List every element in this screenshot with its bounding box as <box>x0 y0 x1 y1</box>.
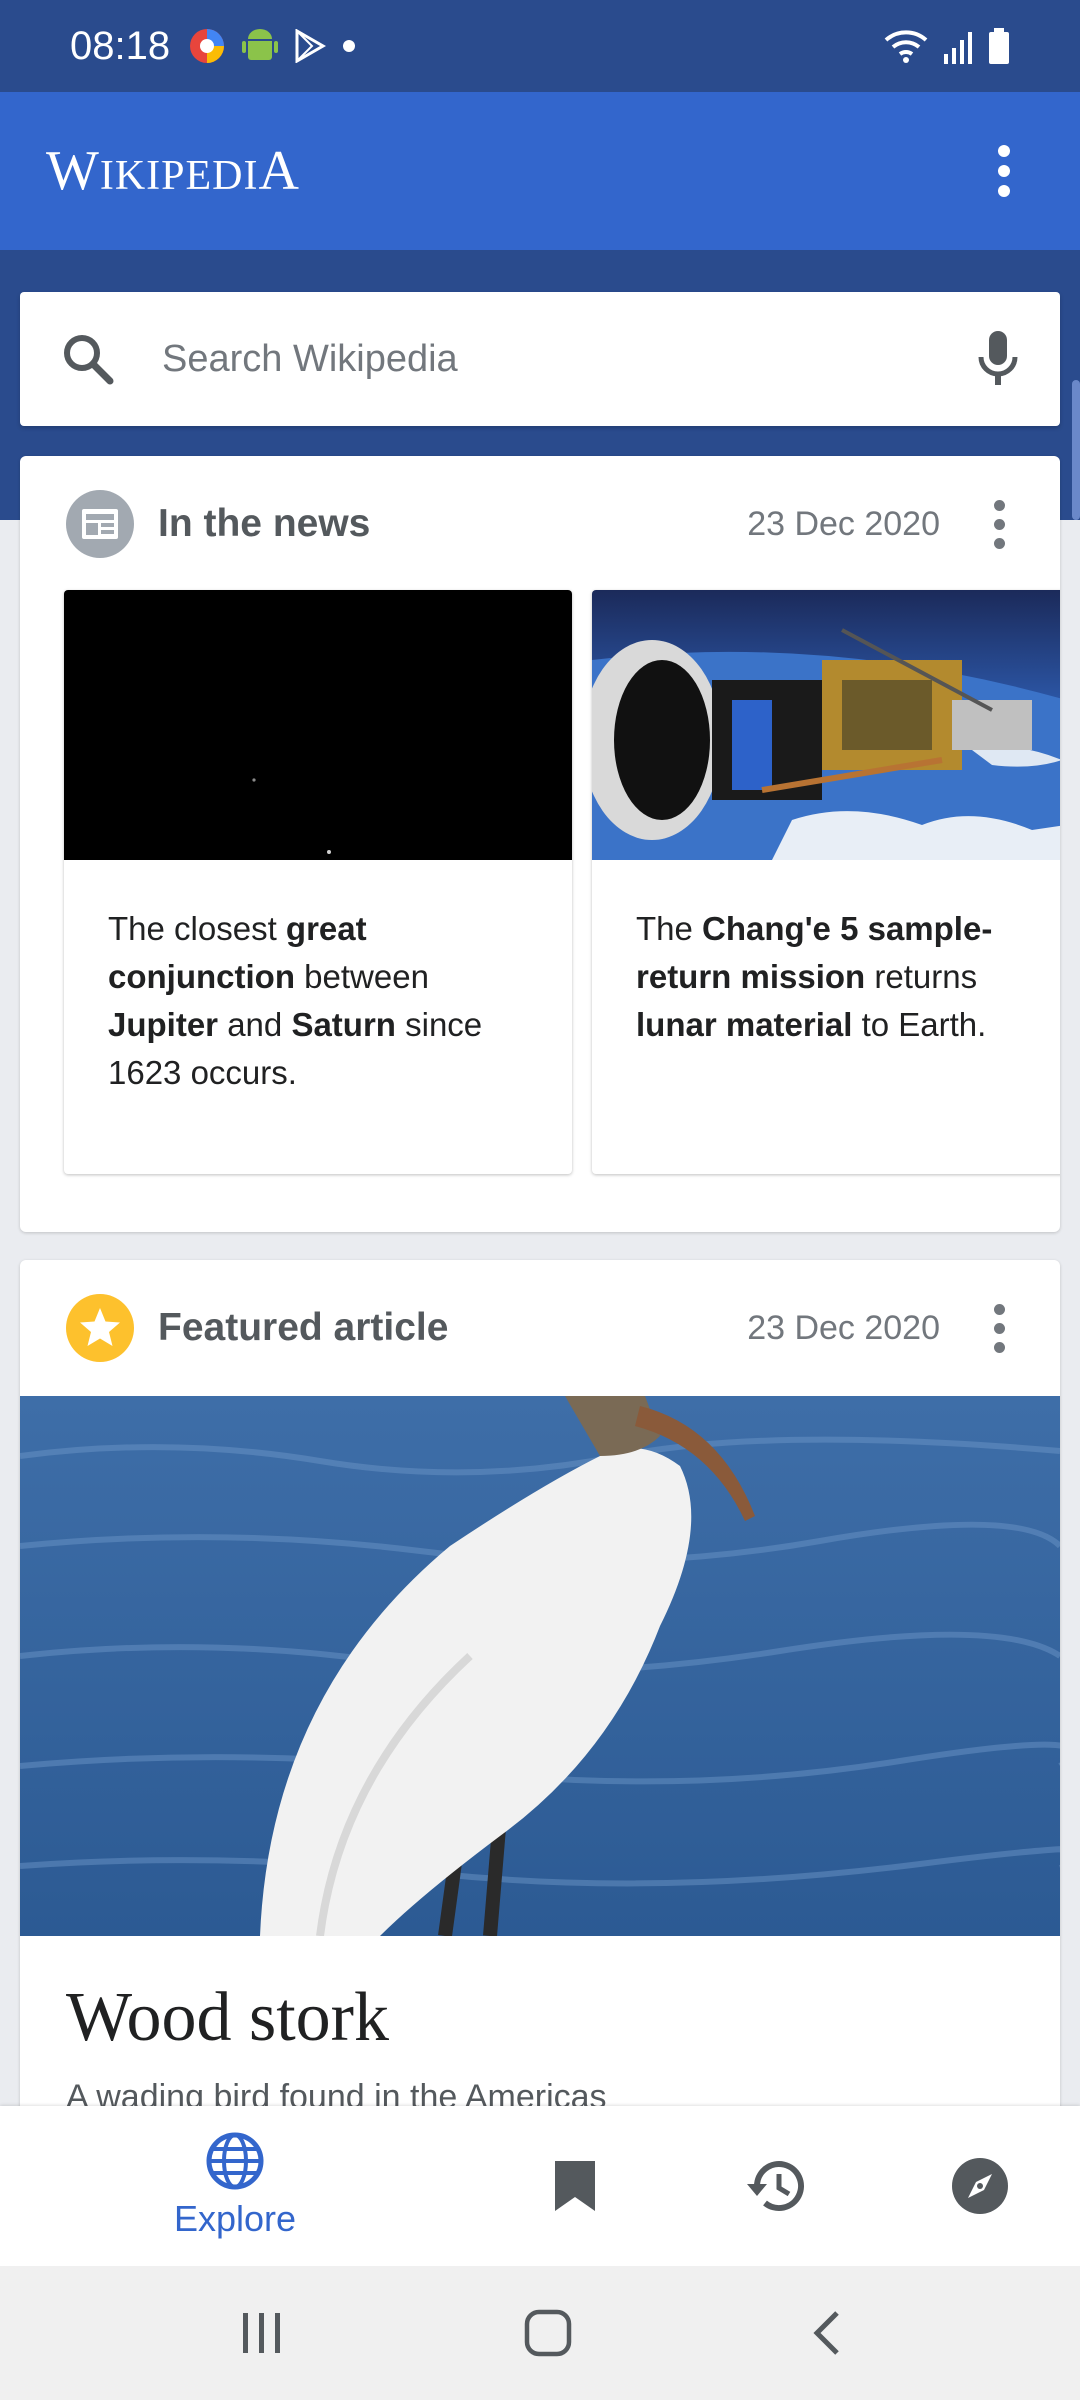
card-date: 23 Dec 2020 <box>747 1308 940 1347</box>
dot <box>993 537 1005 549</box>
dot <box>998 185 1010 197</box>
microphone-icon[interactable] <box>976 329 1020 389</box>
nav-history[interactable] <box>730 2106 820 2266</box>
status-bar: 08:18 <box>0 0 1080 92</box>
featured-article-card[interactable]: Featured article 23 Dec 2020 Wood stork … <box>20 1260 1060 2120</box>
card-header: In the news 23 Dec 2020 <box>20 456 1060 592</box>
dot <box>993 1341 1005 1353</box>
star-icon <box>66 1294 134 1362</box>
bookmark-icon <box>555 2161 595 2211</box>
search-bar[interactable]: Search Wikipedia <box>20 292 1060 426</box>
search-icon <box>64 335 114 385</box>
signal-icon <box>944 32 972 64</box>
dot <box>993 1322 1005 1334</box>
wifi-icon <box>884 30 928 63</box>
nav-nearby[interactable] <box>935 2106 1025 2266</box>
night-sky-image <box>64 590 572 860</box>
card-menu-button[interactable] <box>984 1303 1014 1353</box>
wikipedia-wordmark: WIKIPEDIA <box>46 140 300 202</box>
recent-apps-icon[interactable] <box>239 2311 285 2355</box>
globe-icon <box>206 2132 264 2190</box>
card-date: 23 Dec 2020 <box>747 504 940 543</box>
article-title[interactable]: Wood stork <box>66 1978 389 2058</box>
link-lunar-material[interactable]: lunar material <box>636 1006 852 1043</box>
news-carousel[interactable]: The closest great conjunction between Ju… <box>64 590 1060 1180</box>
browser-notification-icon <box>190 29 225 63</box>
status-time: 08:18 <box>70 23 171 68</box>
link-saturn[interactable]: Saturn <box>291 1006 396 1043</box>
nav-saved[interactable] <box>530 2106 620 2266</box>
news-item-text: The closest great conjunction between Ju… <box>108 910 483 1091</box>
scrollbar[interactable] <box>1072 380 1080 520</box>
card-header: Featured article 23 Dec 2020 <box>20 1260 1060 1396</box>
card-title: Featured article <box>158 1306 449 1349</box>
back-icon[interactable] <box>811 2309 841 2357</box>
card-title: In the news <box>158 502 371 545</box>
android-icon <box>242 29 279 60</box>
link-jupiter[interactable]: Jupiter <box>108 1006 218 1043</box>
notification-icons <box>188 27 356 65</box>
overflow-menu-button[interactable] <box>974 126 1034 216</box>
card-menu-button[interactable] <box>984 499 1014 549</box>
app-bar: WIKIPEDIA <box>0 92 1080 250</box>
dot-icon <box>343 40 356 52</box>
nav-explore[interactable]: Explore <box>150 2106 320 2266</box>
news-item[interactable]: The Chang'e 5 sample-return mission retu… <box>592 590 1060 1174</box>
dot <box>998 165 1010 177</box>
dot <box>993 499 1005 511</box>
newspaper-icon <box>66 490 134 558</box>
dot <box>993 518 1005 530</box>
play-store-icon <box>295 29 327 63</box>
nav-explore-label: Explore <box>173 2198 297 2239</box>
bottom-navigation: Explore <box>0 2106 1080 2266</box>
compass-icon <box>952 2158 1008 2214</box>
screen: 08:18 WIKIPEDIA Search Wikipedia In the … <box>0 0 1080 2400</box>
system-status-icons <box>884 28 1010 64</box>
dot <box>993 1303 1005 1315</box>
spacecraft-image <box>592 590 1060 860</box>
dot <box>998 145 1010 157</box>
system-navigation-bar <box>0 2266 1080 2400</box>
news-item-text: The Chang'e 5 sample-return mission retu… <box>636 910 993 1043</box>
history-icon <box>747 2161 804 2212</box>
search-input[interactable]: Search Wikipedia <box>162 338 458 381</box>
wood-stork-image[interactable] <box>20 1396 1060 1936</box>
in-the-news-card[interactable]: In the news 23 Dec 2020 The closest grea… <box>20 456 1060 1232</box>
home-icon[interactable] <box>524 2309 572 2357</box>
battery-icon <box>989 28 1009 64</box>
news-item[interactable]: The closest great conjunction between Ju… <box>64 590 572 1174</box>
